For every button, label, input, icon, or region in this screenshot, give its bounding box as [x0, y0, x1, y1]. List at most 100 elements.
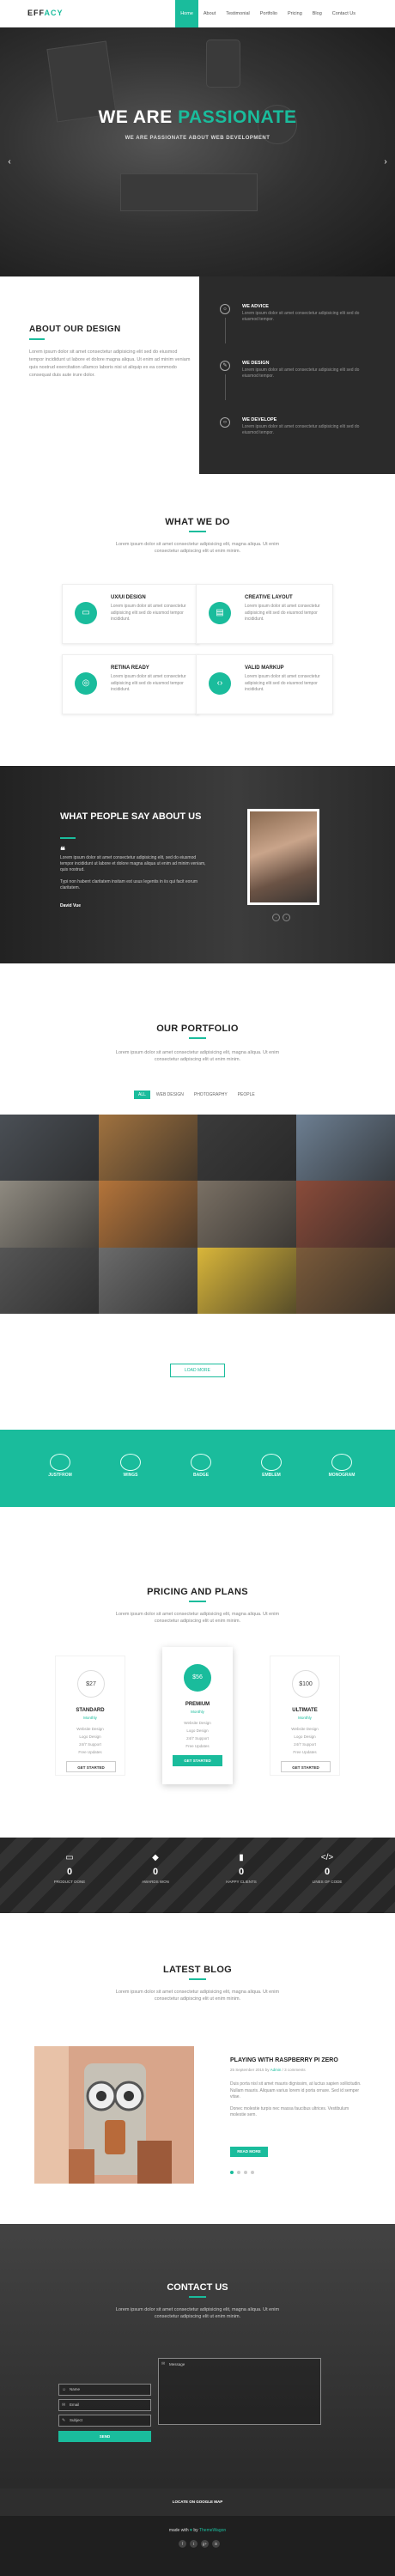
nav-item-blog[interactable]: Blog	[307, 0, 327, 27]
nav-item-pricing[interactable]: Pricing	[283, 0, 307, 27]
pricing-card: $56 PREMIUM Monthly Website Design Logo Desi…	[162, 1647, 233, 1784]
next-icon[interactable]: ›	[283, 914, 290, 921]
blog-post-meta: 25 September 2015 by Admin / 3 comments	[230, 2068, 306, 2072]
cube-icon: ◆	[152, 1853, 159, 1862]
plan-period: Monthly	[298, 1716, 312, 1720]
blog-post-image[interactable]	[34, 2046, 194, 2184]
portfolio-item[interactable]	[99, 1115, 198, 1182]
portfolio-item[interactable]	[296, 1247, 395, 1314]
code-icon: </>	[320, 1853, 334, 1862]
send-button[interactable]: SEND	[58, 2431, 151, 2442]
title-underline	[29, 338, 45, 340]
pricing-card: $100 ULTIMATE Monthly Website Design Logo De…	[270, 1656, 340, 1776]
nav-item-home[interactable]: Home	[175, 0, 198, 27]
pagination-dot[interactable]	[244, 2171, 247, 2174]
portfolio-item[interactable]	[0, 1115, 99, 1182]
stat-item: ▮ 0 HAPPY CLIENTS	[211, 1853, 271, 1884]
nav-item-contact-us[interactable]: Contact Us	[327, 0, 361, 27]
name-field[interactable]: ☺ Name	[58, 2384, 151, 2396]
filter-web-design[interactable]: WEB DESIGN	[152, 1091, 188, 1099]
plan-feature: Free Updates	[293, 1750, 317, 1754]
client-logo: MONOGRAM	[323, 1454, 361, 1483]
filter-photography[interactable]: PHOTOGRAPHY	[190, 1091, 232, 1099]
connector-line	[225, 374, 226, 400]
plan-name: STANDARD	[76, 1708, 105, 1713]
chart-icon: ▮	[239, 1853, 244, 1862]
get-started-button[interactable]: GET STARTED	[173, 1755, 222, 1766]
site-header: EFFACY Home About Testimonial Portfolio Pric…	[0, 0, 395, 27]
filter-people[interactable]: PEOPLE	[234, 1091, 259, 1099]
google-map-link[interactable]: LOCATE ON GOOGLE MAP	[0, 2488, 395, 2516]
facebook-icon[interactable]: f	[179, 2540, 186, 2548]
nav-item-testimonial[interactable]: Testimonial	[221, 0, 255, 27]
portfolio-subtitle: Lorem ipsum dolor sit amet consectetur a…	[115, 1050, 280, 1062]
stat-label: HAPPY CLIENTS	[226, 1880, 257, 1884]
site-logo[interactable]: EFFACY	[27, 9, 64, 17]
pricing-title: PRICING AND PLANS	[147, 1587, 248, 1597]
get-started-button[interactable]: GET STARTED	[281, 1761, 331, 1772]
title-underline	[60, 837, 76, 839]
contact-title: CONTACT US	[167, 2282, 228, 2293]
credit-link[interactable]: ThemeWagon	[199, 2528, 226, 2533]
feature-title: WE DEVELOPE	[242, 417, 277, 422]
testimonial-photo	[247, 809, 319, 905]
linkedin-icon[interactable]: in	[212, 2540, 220, 2548]
plan-feature: Logo Design	[186, 1728, 209, 1733]
hero-prev-arrow-icon[interactable]: ‹	[3, 156, 15, 168]
subject-field[interactable]: ✎ Subject	[58, 2415, 151, 2427]
about-intro: ABOUT OUR DESIGN Lorem ipsum dolor sit a…	[29, 325, 192, 380]
portfolio-item[interactable]	[0, 1181, 99, 1248]
comment-icon: ✉	[161, 2361, 166, 2366]
portfolio-item[interactable]	[296, 1181, 395, 1248]
read-more-button[interactable]: READ MORE	[230, 2147, 268, 2157]
pagination-dot[interactable]	[237, 2171, 240, 2174]
about-section: ABOUT OUR DESIGN Lorem ipsum dolor sit a…	[0, 276, 395, 474]
pagination-dot[interactable]	[230, 2171, 234, 2174]
service-text: Lorem ipsum dolor sit amet consectetur a…	[245, 674, 320, 692]
google-plus-icon[interactable]: g+	[201, 2540, 209, 2548]
message-field[interactable]: ✉ Message	[158, 2358, 321, 2425]
client-logo: WINGS	[112, 1454, 149, 1483]
service-text: Lorem ipsum dolor sit amet consectetur a…	[111, 674, 186, 692]
service-title: VALID MARKUP	[245, 665, 284, 671]
portfolio-item[interactable]	[198, 1247, 296, 1314]
title-underline	[189, 2296, 206, 2298]
feature-text: Lorem ipsum dolor sit amet consectetur a…	[242, 311, 360, 322]
title-underline	[189, 1601, 206, 1602]
blog-post-title[interactable]: PLAYING WITH RASPBERRY PI ZERO	[230, 2057, 338, 2063]
stat-label: LINES OF CODE	[312, 1880, 343, 1884]
stat-item: ▭ 0 PRODUCT DONE	[40, 1853, 100, 1884]
nav-item-portfolio[interactable]: Portfolio	[255, 0, 283, 27]
twitter-icon[interactable]: t	[190, 2540, 198, 2548]
stat-value: 0	[66, 1867, 73, 1877]
client-logo: BADGE	[182, 1454, 220, 1483]
feature-title: WE ADVICE	[242, 304, 269, 309]
hero-title: WE ARE PASSIONATE	[98, 107, 297, 127]
title-underline	[189, 531, 206, 532]
nav-item-about[interactable]: About	[198, 0, 221, 27]
prev-icon[interactable]: ‹	[272, 914, 280, 921]
logo-emblem-icon	[120, 1454, 141, 1471]
portfolio-item[interactable]	[99, 1247, 198, 1314]
portfolio-item[interactable]	[198, 1115, 296, 1182]
stat-item: ◆ 0 AWARDS WON	[125, 1853, 185, 1884]
pencil-icon: ✎	[220, 361, 230, 371]
service-text: Lorem ipsum dolor sit amet consectetur a…	[111, 604, 186, 622]
monitor-icon: ▭	[75, 602, 97, 624]
portfolio-item[interactable]	[296, 1115, 395, 1182]
email-field[interactable]: ✉ Email	[58, 2399, 151, 2411]
service-title: RETINA READY	[111, 665, 149, 671]
service-text: Lorem ipsum dolor sit amet consectetur a…	[245, 604, 320, 622]
feature-title: WE DESIGN	[242, 361, 270, 366]
pagination-dot[interactable]	[251, 2171, 254, 2174]
about-features-panel: ☼ WE ADVICE Lorem ipsum dolor sit amet con…	[199, 276, 395, 474]
load-more-button[interactable]: LOAD MORE	[170, 1364, 225, 1377]
portfolio-grid	[0, 1115, 395, 1314]
portfolio-item[interactable]	[0, 1247, 99, 1314]
get-started-button[interactable]: GET STARTED	[66, 1761, 116, 1772]
filter-all[interactable]: ALL	[134, 1091, 150, 1099]
feature-text: Lorem ipsum dolor sit amet consectetur a…	[242, 424, 360, 435]
portfolio-item[interactable]	[99, 1181, 198, 1248]
hero-next-arrow-icon[interactable]: ›	[380, 156, 392, 168]
portfolio-item[interactable]	[198, 1181, 296, 1248]
